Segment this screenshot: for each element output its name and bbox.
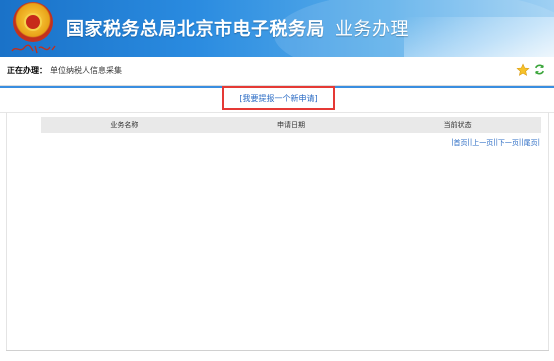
current-task-value: 单位纳税人信息采集: [50, 66, 122, 75]
refresh-icon[interactable]: [533, 63, 546, 76]
favorite-star-icon[interactable]: [516, 63, 530, 77]
application-table: 业务名称 申请日期 当前状态: [41, 117, 541, 133]
column-header-status: 当前状态: [443, 121, 472, 129]
calligraphy-signature-icon: [11, 44, 56, 54]
apply-highlight-box: [我要提报一个新申请]: [222, 86, 335, 110]
taskbar-icons: [516, 63, 546, 77]
new-application-link[interactable]: [我要提报一个新申请]: [224, 93, 333, 104]
frame-border-bottom: [6, 350, 549, 351]
column-header-apply-date: 申请日期: [277, 121, 305, 129]
site-subtitle: 业务办理: [335, 19, 409, 40]
pager-first-link[interactable]: 首页: [453, 138, 467, 148]
pager-prev-link[interactable]: 上一页: [472, 138, 493, 148]
pager-next-link[interactable]: 下一页: [498, 138, 519, 148]
table-header-row: 业务名称 申请日期 当前状态: [41, 117, 541, 133]
pager-last-link[interactable]: 尾页: [524, 138, 538, 148]
column-header-business-name: 业务名称: [110, 121, 139, 129]
tax-emblem-logo: [8, 2, 58, 56]
pager-separator: |: [537, 138, 540, 146]
frame-border-left: [6, 112, 7, 350]
header-mountain-decoration: [404, 17, 554, 57]
site-title: 国家税务总局北京市电子税务局: [66, 19, 325, 40]
current-task-label: 正在办理：: [7, 66, 47, 75]
pagination: | 首页 | | 上一页 | | 下一页 | | 尾页 |: [451, 138, 540, 148]
current-task-bar: 正在办理： 单位纳税人信息采集: [0, 57, 554, 86]
frame-border-right: [548, 112, 549, 350]
page-title: 国家税务总局北京市电子税务局 业务办理: [66, 15, 409, 41]
tax-seal-icon: [13, 2, 53, 42]
header-banner: 国家税务总局北京市电子税务局 业务办理: [0, 0, 554, 57]
content-separator: [0, 112, 554, 113]
